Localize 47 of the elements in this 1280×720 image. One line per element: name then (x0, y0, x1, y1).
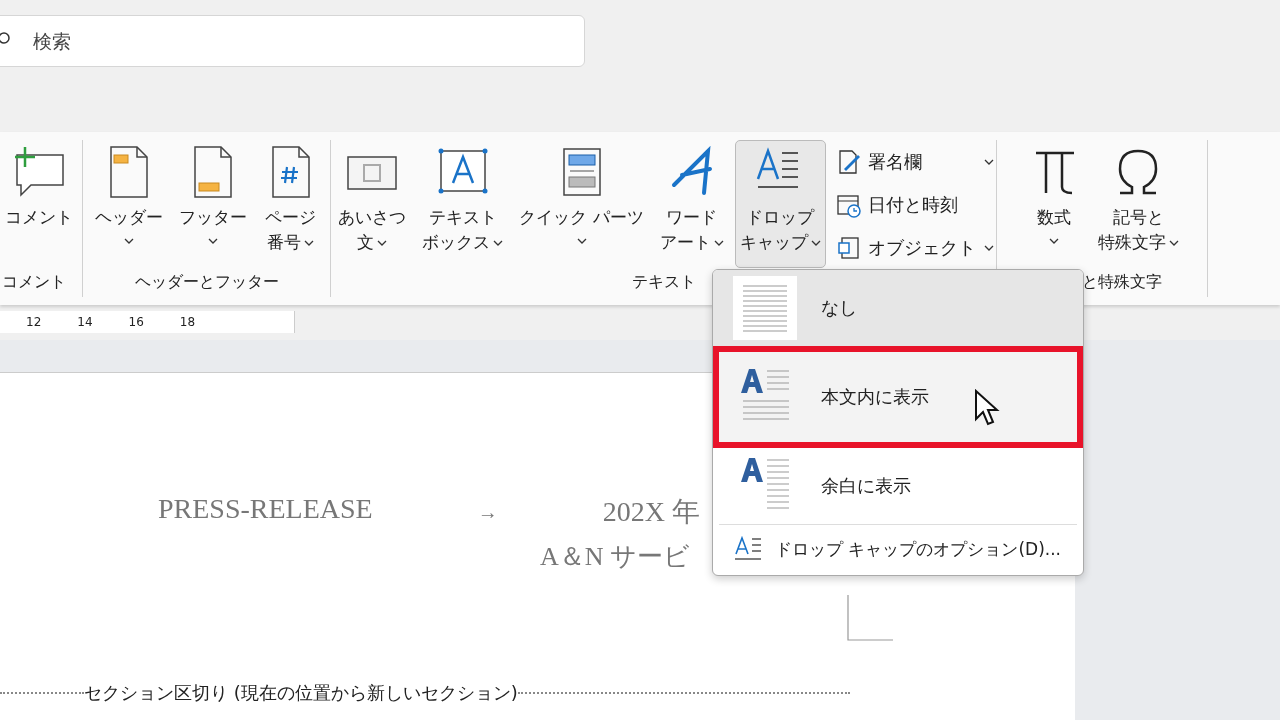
menu-item[interactable]: 余白に表示 (713, 448, 1083, 524)
ribbon-button[interactable]: フッター (173, 140, 252, 268)
ribbon-button[interactable]: 日付と時刻 (835, 186, 994, 224)
chevron-icon (1048, 238, 1059, 244)
document-text: PRESS-RELEASE (158, 493, 373, 526)
corner-mark (847, 595, 893, 641)
menu-item[interactable]: 本文内に表示 (713, 346, 1083, 448)
group-label: ヘッダーとフッター (134, 272, 279, 293)
mouse-cursor (974, 389, 1000, 427)
search-field[interactable]: 検索 (0, 15, 585, 67)
object-frame-icon (835, 234, 862, 261)
ribbon-button[interactable]: クイック パーツ (514, 140, 649, 268)
chevron-icon (207, 238, 218, 244)
ribbon-button[interactable]: オブジェクト (835, 229, 994, 266)
document-text: → (477, 500, 498, 524)
document-text: A＆N サービ (540, 541, 691, 573)
calendar-clock-icon (835, 192, 862, 218)
document-text: 202X 年 (602, 495, 700, 529)
ribbon-button[interactable]: 署名欄 (835, 144, 994, 181)
group-label: テキスト (631, 272, 696, 293)
ruler: 12 14 16 18 (0, 311, 295, 333)
chevron-icon (713, 239, 724, 246)
menu-item[interactable]: ドロップ キャップのオプション(D)... (713, 525, 1083, 575)
group-label: と特殊文字 (1082, 272, 1162, 293)
section-break-label: セクション区切り (現在の位置から新しいセクション) (84, 681, 518, 705)
ribbon-button[interactable]: あいさつ 文 (333, 140, 412, 268)
chevron-icon (983, 159, 994, 166)
chevron-icon (304, 239, 314, 246)
text-lines-icon (733, 276, 797, 340)
drop-cap-icon (733, 536, 763, 562)
chevron-icon (810, 239, 821, 246)
ribbon-button[interactable]: コメント (0, 140, 78, 268)
ribbon-button[interactable]: ドロップ キャップ (734, 140, 826, 268)
chevron-icon (983, 244, 994, 251)
chevron-icon (1168, 239, 1179, 246)
chevron-icon (123, 238, 134, 244)
ribbon-button[interactable]: 記号と 特殊文字 (1092, 140, 1184, 268)
chevron-icon (377, 239, 388, 246)
ribbon-button[interactable]: ページ 番号 (257, 140, 324, 268)
ribbon-button[interactable]: 数式 (1020, 140, 1087, 268)
menu-item[interactable]: なし (713, 270, 1083, 346)
chevron-icon (576, 238, 587, 244)
ribbon-button[interactable]: ヘッダー (89, 140, 168, 268)
ribbon-button[interactable]: テキスト ボックス (417, 140, 509, 268)
group-label: コメント (2, 272, 66, 293)
chevron-icon (493, 239, 504, 246)
ribbon-button[interactable]: ワード アート (654, 140, 729, 268)
